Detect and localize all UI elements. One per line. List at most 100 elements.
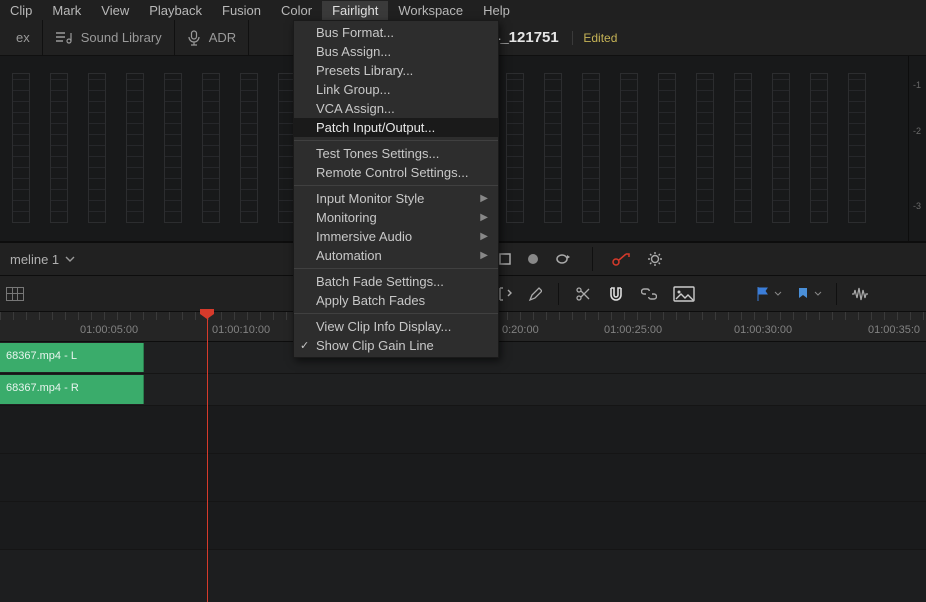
chevron-down-icon[interactable] [774, 291, 782, 297]
separator [558, 283, 559, 305]
ruler-label: 01:00:30:00 [734, 324, 792, 336]
stop-icon[interactable] [498, 252, 512, 266]
menu-mark[interactable]: Mark [42, 1, 91, 20]
menu-clip[interactable]: Clip [0, 1, 42, 20]
menu-item-label: Show Clip Gain Line [316, 338, 434, 353]
menu-bus-format[interactable]: Bus Format... [294, 23, 498, 42]
audio-clip[interactable]: 68367.mp4 - L [0, 343, 144, 372]
chevron-down-icon[interactable] [814, 291, 822, 297]
mic-icon [187, 30, 201, 46]
menu-automation[interactable]: Automation▶ [294, 246, 498, 265]
menu-batch-fade-settings[interactable]: Batch Fade Settings... [294, 272, 498, 291]
menu-view[interactable]: View [91, 1, 139, 20]
ruler-label: 01:00:25:00 [604, 324, 662, 336]
pencil-icon[interactable] [528, 286, 542, 302]
meter [164, 73, 182, 223]
track-row[interactable]: 68367.mp4 - R [0, 374, 926, 406]
fairlight-menu: Bus Format... Bus Assign... Presets Libr… [293, 20, 499, 358]
menu-separator [294, 140, 498, 141]
separator [592, 247, 593, 271]
flag-icon[interactable] [756, 286, 770, 302]
meter [12, 73, 30, 223]
chevron-down-icon [65, 256, 75, 262]
submenu-arrow-icon: ▶ [480, 212, 488, 223]
menu-bus-assign[interactable]: Bus Assign... [294, 42, 498, 61]
meter [620, 73, 638, 223]
menu-fusion[interactable]: Fusion [212, 1, 271, 20]
meter [88, 73, 106, 223]
meter [582, 73, 600, 223]
loop-icon[interactable] [554, 252, 574, 266]
marker-tools [756, 283, 873, 305]
separator [836, 283, 837, 305]
meter [810, 73, 828, 223]
automation-icon[interactable] [611, 251, 633, 267]
scissors-icon[interactable] [575, 286, 591, 302]
menu-patch-io[interactable]: Patch Input/Output... [294, 118, 498, 137]
track-row[interactable] [0, 454, 926, 502]
menu-color[interactable]: Color [271, 1, 322, 20]
menu-remote-control[interactable]: Remote Control Settings... [294, 163, 498, 182]
menu-apply-batch-fades[interactable]: Apply Batch Fades [294, 291, 498, 310]
menu-immersive-audio[interactable]: Immersive Audio ▶ [294, 227, 498, 246]
meter [506, 73, 524, 223]
menu-help[interactable]: Help [473, 1, 520, 20]
ruler-label: 0:20:00 [502, 324, 539, 336]
gear-icon[interactable] [647, 251, 663, 267]
edit-tools [498, 283, 695, 305]
track-row[interactable] [0, 406, 926, 454]
waveform-icon[interactable] [851, 287, 873, 301]
menu-workspace[interactable]: Workspace [388, 1, 473, 20]
ruler-label: 01:00:10:00 [212, 324, 270, 336]
menu-fairlight[interactable]: Fairlight [322, 1, 388, 20]
ruler-label: 01:00:05:00 [80, 324, 138, 336]
submenu-arrow-icon: ▶ [480, 250, 488, 261]
timeline-tracks[interactable]: 68367.mp4 - L 68367.mp4 - R [0, 342, 926, 602]
menu-item-label: Immersive Audio [316, 229, 412, 244]
track-view-icon[interactable] [6, 287, 24, 301]
scale-mark: -2 [913, 126, 921, 136]
menu-monitoring[interactable]: Monitoring ▶ [294, 208, 498, 227]
adr-label: ADR [209, 30, 236, 45]
scale-mark: -1 [913, 80, 921, 90]
timeline-selector[interactable]: meline 1 [0, 252, 85, 267]
playhead-handle[interactable] [199, 308, 215, 320]
link-icon[interactable] [641, 287, 657, 301]
image-icon[interactable] [673, 286, 695, 302]
meter [696, 73, 714, 223]
check-icon: ✓ [300, 339, 309, 352]
menu-separator [294, 313, 498, 314]
track-row[interactable] [0, 502, 926, 550]
menu-link-group[interactable]: Link Group... [294, 80, 498, 99]
menu-item-label: Monitoring [316, 210, 377, 225]
range-select-icon[interactable] [498, 286, 512, 302]
panel-adr[interactable]: ADR [175, 20, 249, 55]
submenu-arrow-icon: ▶ [480, 231, 488, 242]
menu-separator [294, 268, 498, 269]
audio-clip[interactable]: 68367.mp4 - R [0, 375, 144, 404]
music-list-icon [55, 31, 73, 45]
menu-show-clip-gain[interactable]: ✓ Show Clip Gain Line [294, 336, 498, 355]
menu-test-tones[interactable]: Test Tones Settings... [294, 144, 498, 163]
menu-playback[interactable]: Playback [139, 1, 212, 20]
timeline-name: meline 1 [10, 252, 59, 267]
record-icon[interactable] [526, 252, 540, 266]
meter [50, 73, 68, 223]
panel-index[interactable]: ex [4, 20, 43, 55]
transport-controls [498, 247, 663, 271]
edited-indicator: Edited [572, 31, 617, 45]
playhead-line [207, 312, 208, 602]
menu-presets-library[interactable]: Presets Library... [294, 61, 498, 80]
ruler-label: 01:00:35:0 [868, 324, 920, 336]
scale-mark: -3 [913, 201, 921, 211]
menu-vca-assign[interactable]: VCA Assign... [294, 99, 498, 118]
menu-separator [294, 185, 498, 186]
menubar: Clip Mark View Playback Fusion Color Fai… [0, 0, 926, 20]
marker-icon[interactable] [796, 287, 810, 301]
panel-sound-library[interactable]: Sound Library [43, 20, 175, 55]
menu-input-monitor-style[interactable]: Input Monitor Style▶ [294, 189, 498, 208]
meter [544, 73, 562, 223]
submenu-arrow-icon: ▶ [480, 193, 488, 204]
magnet-icon[interactable] [607, 286, 625, 302]
menu-view-clip-info[interactable]: View Clip Info Display... [294, 317, 498, 336]
